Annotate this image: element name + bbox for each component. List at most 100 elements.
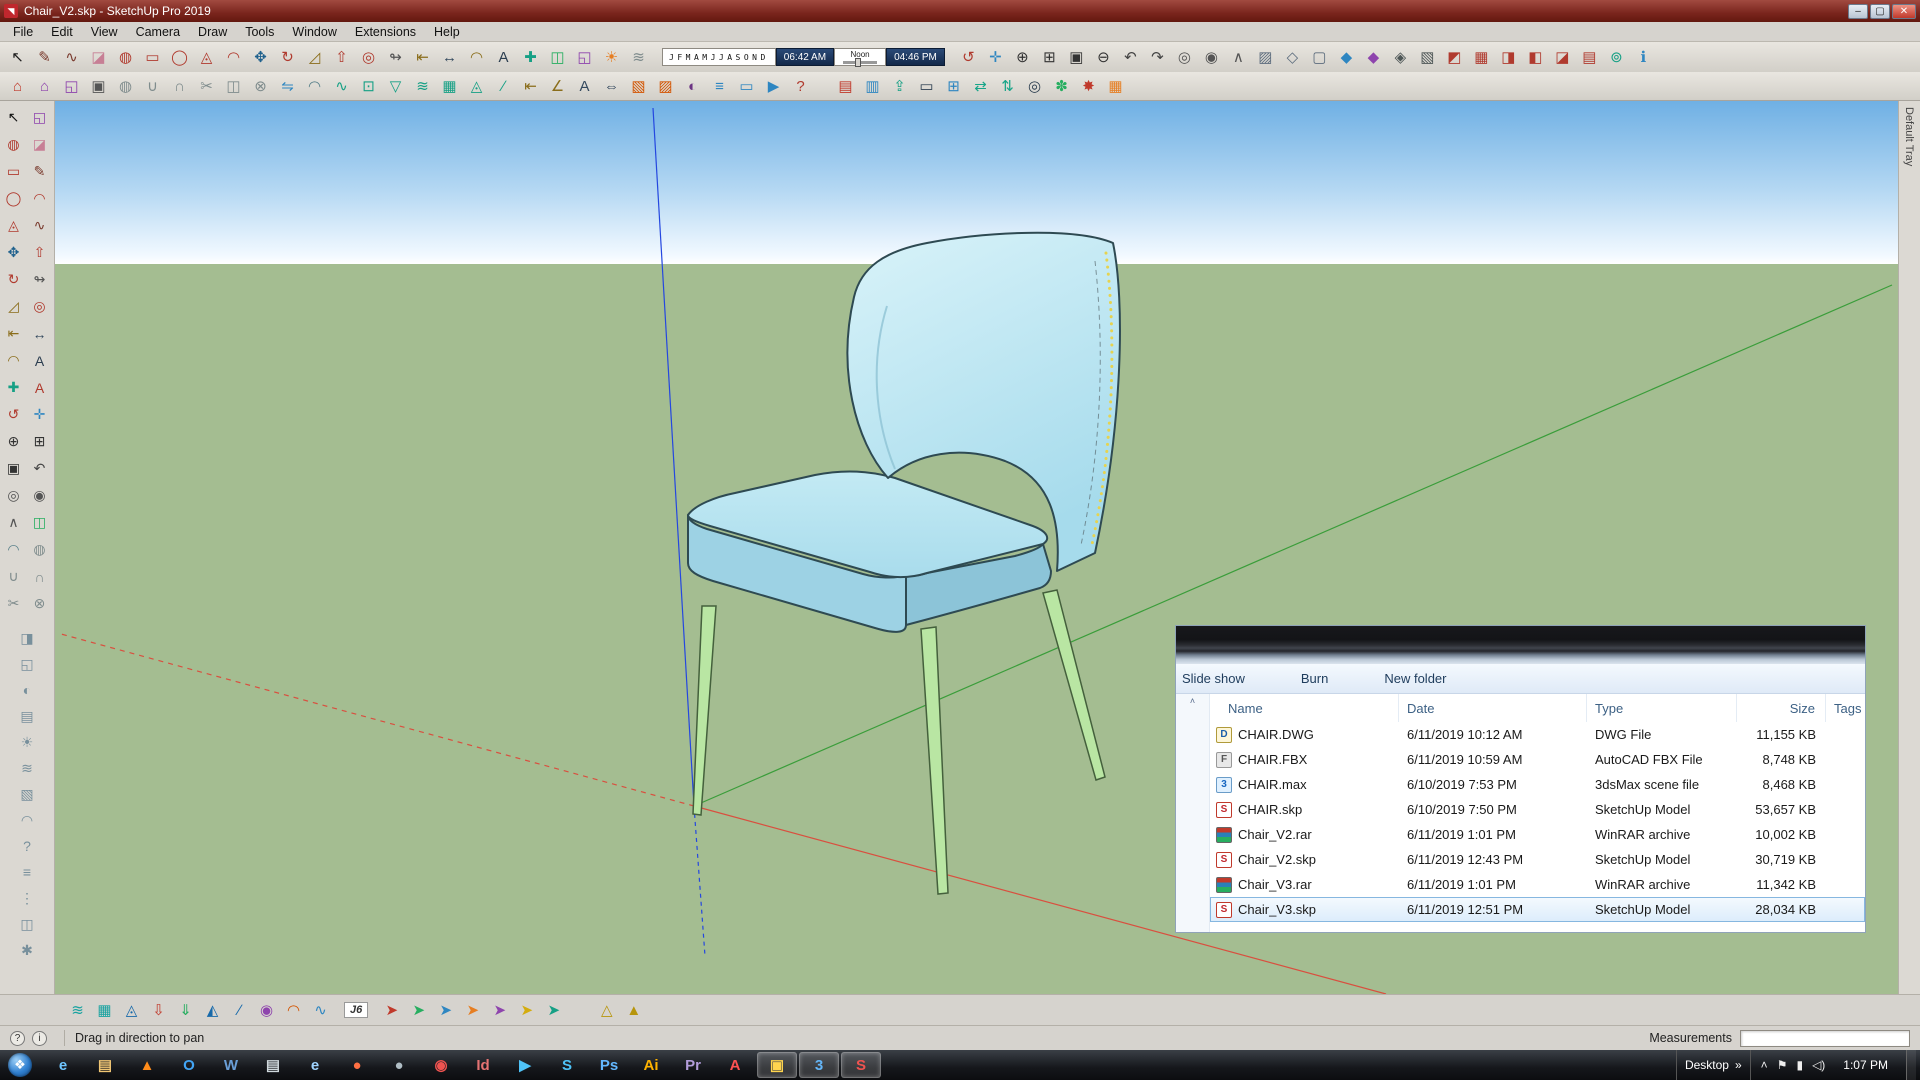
line-tool-icon[interactable]: ✎ [31, 44, 58, 70]
solid-union-icon[interactable]: ∪ [1, 563, 26, 590]
zoom-window-icon[interactable]: ⊞ [1036, 44, 1063, 70]
shaded-textures-style-icon[interactable]: ◆ [1360, 44, 1387, 70]
zoom-tool-icon[interactable]: ⊕ [1, 428, 26, 455]
shaded-style-icon[interactable]: ◆ [1333, 44, 1360, 70]
previous-view-icon[interactable]: ↶ [27, 455, 52, 482]
axis-arrow-f-icon[interactable]: ➤ [486, 997, 513, 1023]
make-component-icon[interactable]: ◱ [571, 44, 598, 70]
grid-icon[interactable]: ▦ [1102, 73, 1129, 99]
default-tray-label[interactable]: Default Tray [1903, 107, 1915, 166]
shadow-start-time[interactable]: 06:42 AM [776, 48, 834, 66]
menu-item[interactable]: Camera [127, 23, 189, 41]
sketchup-icon[interactable]: S [841, 1052, 881, 1078]
pan-tool-icon[interactable]: ✛ [27, 401, 52, 428]
tools-on-surface-icon[interactable]: ◉ [253, 997, 280, 1023]
network-icon[interactable]: ▮ [1796, 1058, 1803, 1072]
axes-tool-icon[interactable]: ✚ [1, 374, 26, 401]
eraser-tool-icon[interactable]: ◪ [85, 44, 112, 70]
sandbox-from-scratch-icon[interactable]: ▦ [91, 997, 118, 1023]
menu-item[interactable]: Extensions [346, 23, 425, 41]
dimension-tool-icon[interactable]: ↔ [436, 44, 463, 70]
steam-icon[interactable]: ● [379, 1052, 419, 1078]
stamp-icon[interactable]: ⇩ [145, 997, 172, 1023]
premiere-icon[interactable]: Pr [673, 1052, 713, 1078]
menu-item[interactable]: Window [283, 23, 345, 41]
wireframe-style-icon[interactable]: ◇ [1279, 44, 1306, 70]
orbit-tool-icon[interactable]: ↺ [1, 401, 26, 428]
axis-arrow-x-icon[interactable]: ➤ [378, 997, 405, 1023]
volume-icon[interactable]: ◁) [1812, 1058, 1825, 1072]
polygon-tool-icon[interactable]: ◬ [1, 212, 26, 239]
illustrator-icon[interactable]: Ai [631, 1052, 671, 1078]
geolocation-status-icon[interactable]: ? [10, 1031, 25, 1046]
zoom-window-icon[interactable]: ⊞ [27, 428, 52, 455]
time-slider-handle[interactable] [855, 58, 861, 67]
menu-item[interactable]: Draw [189, 23, 236, 41]
desktop-chevron-icon[interactable]: » [1735, 1058, 1742, 1072]
match-photo-icon[interactable]: ▧ [625, 73, 652, 99]
outliner-panel-icon[interactable]: ⋮ [15, 885, 40, 911]
column-header-name[interactable]: Name [1210, 694, 1399, 722]
eraser-tool-icon[interactable]: ◪ [27, 131, 52, 158]
smoove-icon[interactable]: ∿ [328, 73, 355, 99]
select-tool-icon[interactable]: ↖ [1, 104, 26, 131]
from-contours-icon[interactable]: ≋ [409, 73, 436, 99]
add-detail-icon[interactable]: ◬ [463, 73, 490, 99]
photo-texture-icon[interactable]: ▨ [652, 73, 679, 99]
round-corner-icon[interactable]: ◠ [280, 997, 307, 1023]
photoshop-icon[interactable]: Ps [589, 1052, 629, 1078]
hidden-icons-chevron[interactable]: ˄ [1761, 1058, 1768, 1072]
arc-tool-icon[interactable]: ◠ [220, 44, 247, 70]
flip-edge-icon[interactable]: ∕ [226, 997, 253, 1023]
skype-icon[interactable]: S [547, 1052, 587, 1078]
walk-tool-icon[interactable]: ∧ [1225, 44, 1252, 70]
circle-tool-icon[interactable]: ◯ [166, 44, 193, 70]
solid-trim-icon[interactable]: ✂ [1, 590, 26, 617]
make-component-icon[interactable]: ◱ [27, 104, 52, 131]
menu-item[interactable]: Help [425, 23, 469, 41]
add-detail-icon[interactable]: ◭ [199, 997, 226, 1023]
scenes-icon[interactable]: ▭ [733, 73, 760, 99]
display-monitor-icon[interactable]: ▭ [913, 73, 940, 99]
orbit-tool-icon[interactable]: ↺ [955, 44, 982, 70]
hidden-line-style-icon[interactable]: ▢ [1306, 44, 1333, 70]
components-panel-icon[interactable]: ◱ [15, 651, 40, 677]
axis-arrow-y-icon[interactable]: ➤ [405, 997, 432, 1023]
outer-shell-icon[interactable]: ◍ [112, 73, 139, 99]
right-view-icon[interactable]: ◧ [1522, 44, 1549, 70]
firefox-icon[interactable]: ● [337, 1052, 377, 1078]
render-leaf-icon[interactable]: ✽ [1048, 73, 1075, 99]
menu-item[interactable]: Edit [42, 23, 82, 41]
internet-explorer-icon[interactable]: e [43, 1052, 83, 1078]
file-row[interactable]: F CHAIR.FBX 6/11/2019 10:59 AM AutoCAD F… [1210, 747, 1865, 772]
rotate-tool-icon[interactable]: ↻ [274, 44, 301, 70]
zoom-out-icon[interactable]: ⊖ [1090, 44, 1117, 70]
outer-shell-icon[interactable]: ◍ [27, 536, 52, 563]
styles-panel-icon[interactable]: ◐ [15, 677, 40, 703]
drape-icon[interactable]: ⇓ [172, 997, 199, 1023]
move-tool-icon[interactable]: ✥ [1, 239, 26, 266]
add-location-icon[interactable]: ⊚ [1603, 44, 1630, 70]
credits-status-icon[interactable]: i [32, 1031, 47, 1046]
menu-item[interactable]: View [82, 23, 127, 41]
arc-tool-icon[interactable]: ◠ [27, 185, 52, 212]
acrobat-icon[interactable]: A [715, 1052, 755, 1078]
zoom-tool-icon[interactable]: ⊕ [1009, 44, 1036, 70]
paint-bucket-icon[interactable]: ◍ [1, 131, 26, 158]
materials-panel-icon[interactable]: ◨ [15, 625, 40, 651]
taskbar-clock[interactable]: 1:07 PM [1835, 1058, 1896, 1072]
menu-item[interactable]: File [4, 23, 42, 41]
arrange-icon[interactable]: ⇅ [994, 73, 1021, 99]
previous-view-icon[interactable]: ↶ [1117, 44, 1144, 70]
instructor-panel-icon[interactable]: ? [15, 833, 40, 859]
3d-text-tool-icon[interactable]: A [27, 374, 52, 401]
column-header-tags[interactable]: Tags [1826, 694, 1865, 722]
model-info-icon[interactable]: ℹ [1630, 44, 1657, 70]
shadows-panel-icon[interactable]: ☀ [15, 729, 40, 755]
select-tool-icon[interactable]: ↖ [4, 44, 31, 70]
solid-intersect-icon[interactable]: ⊗ [27, 590, 52, 617]
file-row[interactable]: Chair_V3.rar 6/11/2019 1:01 PM WinRAR ar… [1210, 872, 1865, 897]
group-icon[interactable]: ▣ [85, 73, 112, 99]
joint-pushpull-chip[interactable]: J6 [344, 1002, 368, 1018]
column-header-date[interactable]: Date [1399, 694, 1587, 722]
